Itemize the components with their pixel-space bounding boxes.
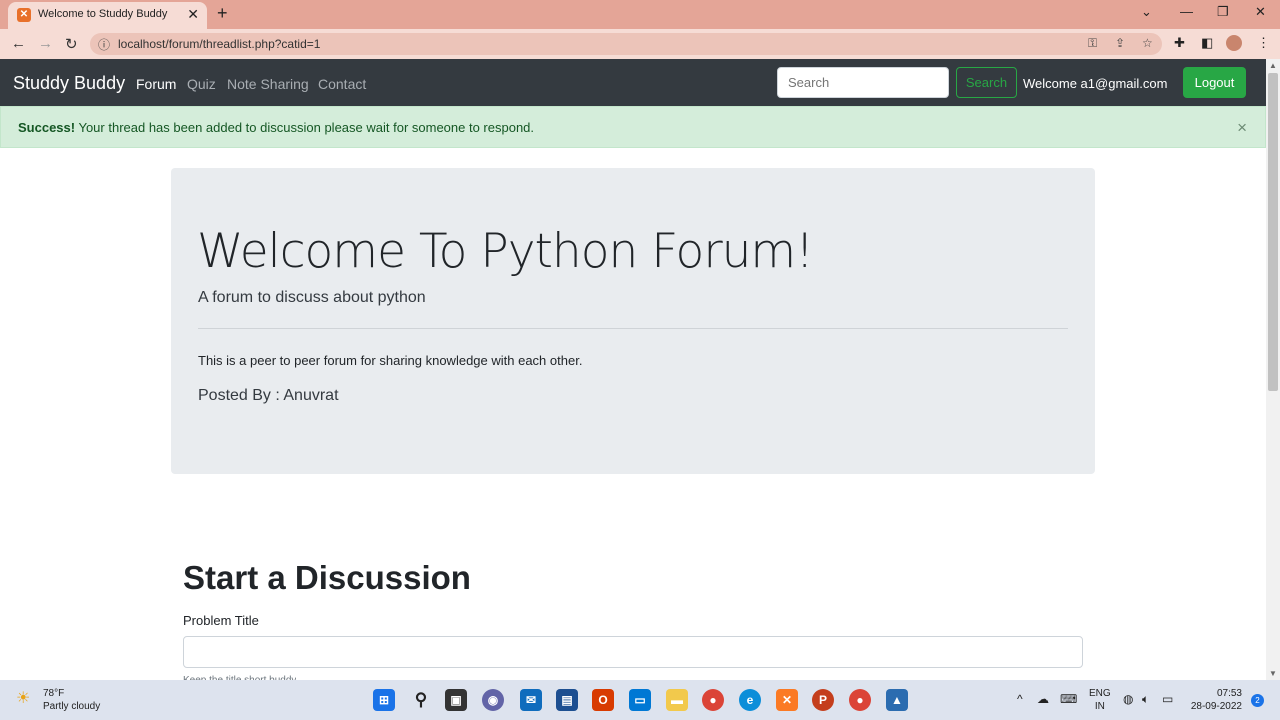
xampp-favicon-icon: ✕ (17, 8, 31, 22)
start-windows-icon[interactable]: ⊞ (373, 689, 395, 711)
lang-line1: ENG (1089, 688, 1111, 699)
volume-icon[interactable]: 🔈︎ (1142, 692, 1149, 707)
chrome-icon[interactable]: ● (702, 689, 724, 711)
search-button[interactable]: Search (956, 67, 1017, 98)
nav-link-note-sharing[interactable]: Note Sharing (227, 76, 309, 92)
site-info-icon[interactable]: ⓘ (98, 36, 110, 53)
scrollbar-thumb[interactable] (1268, 73, 1278, 391)
nav-link-forum[interactable]: Forum (136, 76, 176, 92)
weather-temperature[interactable]: 78°F (43, 688, 64, 699)
profile-avatar[interactable] (1226, 35, 1242, 51)
xampp-icon[interactable]: ✕ (776, 689, 798, 711)
language-indicator[interactable]: ENG IN (1089, 687, 1111, 713)
bookmark-star-icon[interactable]: ☆ (1142, 36, 1153, 50)
battery-icon[interactable]: ▭ (1162, 692, 1173, 706)
new-tab-icon[interactable]: + (217, 3, 228, 24)
search-input[interactable] (777, 67, 949, 98)
address-bar[interactable]: ⓘ localhost/forum/threadlist.php?catid=1… (90, 33, 1162, 55)
alert-strong: Success! (18, 120, 76, 135)
site-navbar: Studdy Buddy Forum Quiz Note Sharing Con… (0, 59, 1266, 106)
browser-tab[interactable]: ✕ Welcome to Studdy Buddy ✕ (8, 2, 207, 29)
browser-tab-strip: ✕ Welcome to Studdy Buddy ✕ + ⌄ — ❐ ✕ (0, 0, 1280, 29)
task-view-icon[interactable]: ▣ (445, 689, 467, 711)
alert-message: Your thread has been added to discussion… (75, 120, 535, 135)
alert-text: Success! Your thread has been added to d… (18, 120, 534, 135)
address-toolbar: ← → ↻ ⓘ localhost/forum/threadlist.php?c… (0, 29, 1280, 59)
minimize-icon[interactable]: — (1180, 4, 1193, 19)
network-globe-icon[interactable]: ◍ (1123, 692, 1133, 706)
clock-time: 07:53 (1216, 688, 1242, 699)
menu-kebab-icon[interactable]: ⋮ (1257, 35, 1270, 51)
key-icon[interactable]: ⚿ (1088, 36, 1097, 51)
onedrive-cloud-icon[interactable]: ☁ (1037, 692, 1049, 706)
page-scrollbar[interactable]: ▲ ▼ (1266, 59, 1280, 680)
start-discussion-heading: Start a Discussion (183, 559, 471, 596)
reload-icon[interactable]: ↻ (65, 35, 78, 53)
brand-logo[interactable]: Studdy Buddy (13, 73, 125, 94)
forum-description: This is a peer to peer forum for sharing… (198, 353, 583, 368)
extensions-icon[interactable]: ✚ (1174, 35, 1185, 51)
window-close-icon[interactable]: ✕ (1255, 4, 1266, 20)
chat-icon[interactable]: ◉ (482, 689, 504, 711)
forward-icon[interactable]: → (38, 35, 53, 52)
whiteboard-icon[interactable]: ▭ (629, 689, 651, 711)
nav-link-contact[interactable]: Contact (318, 76, 366, 92)
alert-close-icon[interactable]: × (1237, 118, 1247, 138)
maximize-icon[interactable]: ❐ (1217, 4, 1229, 20)
back-icon[interactable]: ← (11, 35, 26, 52)
success-alert: Success! Your thread has been added to d… (0, 106, 1266, 148)
tab-close-icon[interactable]: ✕ (187, 6, 199, 23)
notification-badge[interactable]: 2 (1251, 694, 1264, 707)
windows-taskbar: ☀ 78°F Partly cloudy ⊞ ⚲ ▣ ◉ ✉ ▤ O ▭ ▬ ●… (0, 680, 1280, 720)
clock-date: 28-09-2022 (1190, 701, 1242, 712)
edge-icon[interactable]: e (739, 689, 761, 711)
weather-condition[interactable]: Partly cloudy (43, 701, 100, 712)
chrome-active-icon[interactable]: ● (849, 689, 871, 711)
forum-lead: A forum to discuss about python (198, 289, 426, 306)
system-clock[interactable]: 07:53 28-09-2022 (1188, 687, 1242, 713)
forum-title: Welcome To Python Forum! (197, 224, 814, 279)
tray-chevron-icon[interactable]: ^ (1017, 692, 1023, 706)
scroll-down-icon[interactable]: ▼ (1269, 669, 1277, 678)
keyboard-icon[interactable]: ⌨ (1060, 692, 1077, 706)
scroll-up-icon[interactable]: ▲ (1269, 61, 1277, 70)
tab-search-chevron-icon[interactable]: ⌄ (1141, 4, 1152, 20)
forum-jumbotron: Welcome To Python Forum! A forum to disc… (171, 168, 1095, 474)
share-icon[interactable]: ⇪ (1115, 36, 1125, 50)
powerpoint-icon[interactable]: P (812, 689, 834, 711)
problem-title-label: Problem Title (183, 613, 259, 628)
file-explorer-icon[interactable]: ▬ (666, 689, 688, 711)
tab-title: Welcome to Studdy Buddy (38, 8, 168, 20)
nav-link-quiz[interactable]: Quiz (187, 76, 216, 92)
store-icon[interactable]: ▤ (556, 689, 578, 711)
welcome-user-text: Welcome a1@gmail.com (1023, 76, 1168, 91)
divider (198, 328, 1068, 329)
mail-icon[interactable]: ✉ (520, 689, 542, 711)
side-panel-icon[interactable]: ◧ (1201, 35, 1213, 51)
url-text: localhost/forum/threadlist.php?catid=1 (118, 37, 321, 51)
logout-button[interactable]: Logout (1183, 67, 1246, 98)
lang-line2: IN (1094, 701, 1105, 712)
posted-by: Posted By : Anuvrat (198, 387, 339, 404)
search-icon[interactable]: ⚲ (410, 689, 432, 711)
photos-icon[interactable]: ▲ (886, 689, 908, 711)
problem-title-input[interactable] (183, 636, 1083, 668)
office-icon[interactable]: O (592, 689, 614, 711)
weather-sun-icon[interactable]: ☀ (16, 688, 30, 708)
